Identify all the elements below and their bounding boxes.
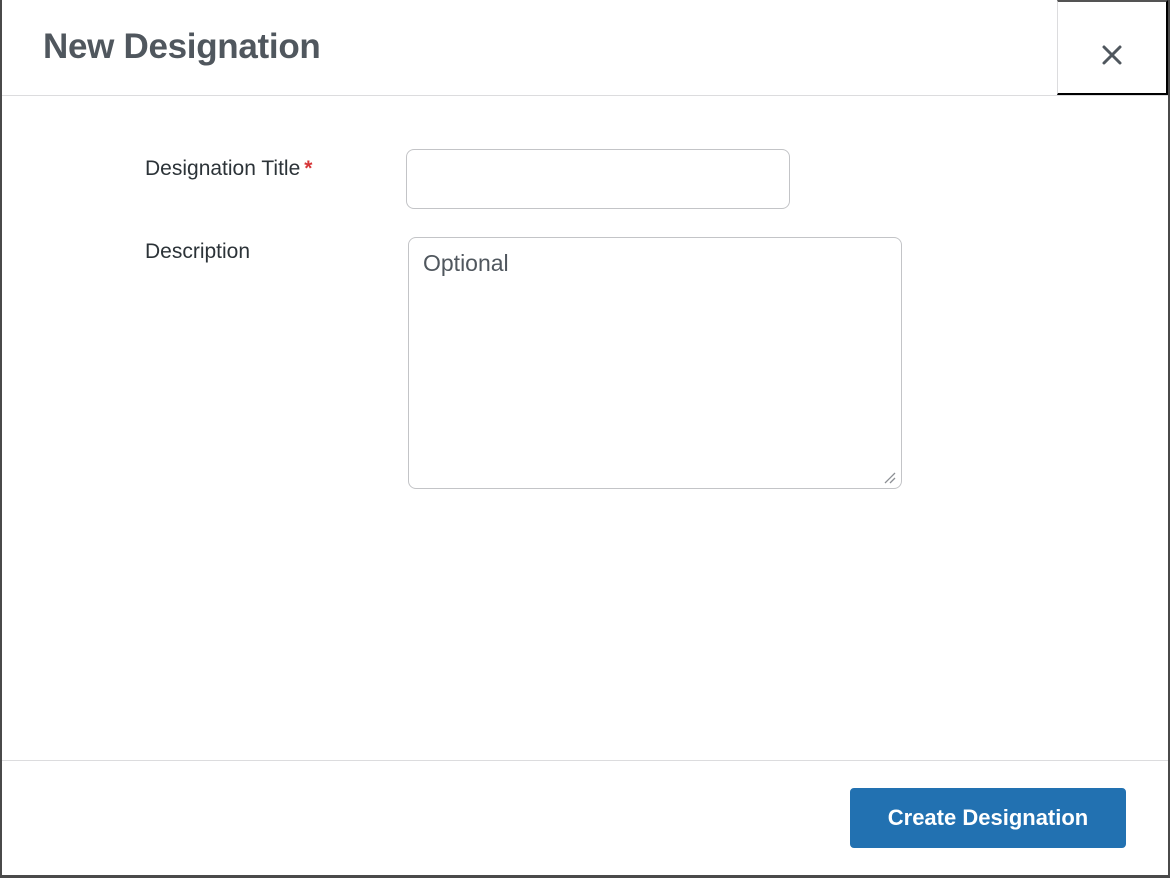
- description-textarea[interactable]: [408, 237, 902, 489]
- designation-title-label-text: Designation Title: [145, 157, 301, 180]
- designation-title-label: Designation Title *: [145, 156, 312, 182]
- close-button[interactable]: [1057, 0, 1168, 95]
- modal-title: New Designation: [43, 27, 321, 66]
- modal-header: New Designation: [2, 0, 1168, 96]
- modal-footer: Create Designation: [2, 760, 1168, 875]
- resize-handle-icon[interactable]: [882, 470, 896, 484]
- new-designation-modal: New Designation Designation Title * Descr…: [0, 0, 1170, 878]
- description-label: Description: [145, 240, 251, 263]
- close-icon: [1102, 45, 1122, 65]
- create-designation-button[interactable]: Create Designation: [850, 788, 1126, 848]
- required-marker: *: [304, 157, 313, 180]
- designation-title-input[interactable]: [406, 149, 790, 209]
